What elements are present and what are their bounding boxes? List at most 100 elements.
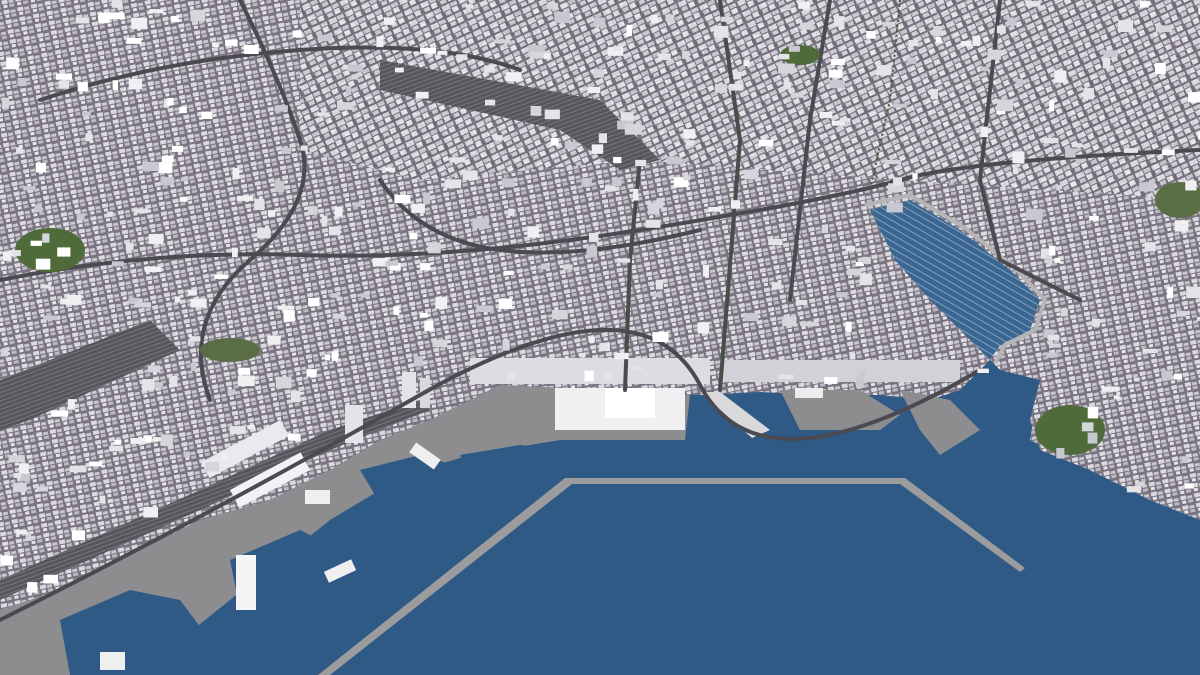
building-roof: [183, 451, 191, 458]
building-roof: [744, 313, 759, 322]
building-roof: [142, 161, 160, 171]
building-roof: [160, 434, 173, 447]
building-roof: [648, 202, 660, 215]
building-roof: [685, 140, 695, 146]
building-roof: [308, 298, 320, 307]
building-roof: [172, 145, 184, 152]
building-roof: [321, 215, 328, 227]
building-roof: [424, 320, 434, 331]
building-roof: [527, 226, 539, 238]
building-roof: [544, 109, 560, 120]
building-roof: [1, 348, 9, 357]
building-roof: [1186, 286, 1200, 298]
building-roof: [665, 14, 675, 22]
building-roof: [169, 376, 178, 387]
building-roof: [593, 17, 606, 28]
building-roof: [1134, 377, 1140, 382]
waterfront-frontage-east: [720, 360, 960, 382]
building-roof: [783, 81, 792, 90]
building-roof: [212, 42, 220, 48]
building-roof: [796, 299, 808, 305]
building-roof: [768, 239, 783, 245]
building-roof: [420, 47, 437, 54]
building-roof: [30, 240, 42, 246]
warehouse-3: [236, 555, 256, 610]
building-roof: [604, 185, 616, 192]
building-roof: [225, 39, 238, 46]
building-roof: [232, 247, 238, 258]
building-roof: [125, 242, 134, 250]
building-roof: [778, 63, 795, 74]
building-roof: [845, 321, 852, 332]
building-roof: [831, 58, 845, 65]
pier-building: [795, 388, 823, 398]
building-roof: [465, 4, 474, 9]
building-roof: [331, 351, 339, 361]
building-roof: [856, 377, 864, 388]
building-roof: [502, 339, 510, 351]
building-roof: [1083, 88, 1094, 100]
building-roof: [849, 353, 856, 360]
building-roof: [13, 473, 21, 478]
building-roof: [1056, 184, 1063, 190]
building-roof: [1089, 216, 1099, 221]
city-aerial-render: [0, 0, 1200, 675]
building-roof: [187, 341, 195, 346]
building-roof: [632, 366, 643, 371]
building-roof: [588, 336, 595, 343]
building-roof: [427, 242, 441, 254]
building-roof: [413, 356, 424, 367]
building-roof: [1185, 180, 1197, 191]
building-roof: [190, 9, 206, 22]
building-roof: [819, 112, 833, 118]
building-roof: [635, 159, 647, 167]
building-roof: [529, 51, 546, 59]
building-roof: [191, 362, 197, 371]
building-roof: [205, 462, 220, 472]
building-roof: [1046, 254, 1053, 266]
building-roof: [325, 354, 330, 361]
building-roof: [1056, 448, 1065, 459]
building-roof: [828, 69, 843, 78]
building-roof: [821, 226, 829, 234]
building-roof: [598, 133, 607, 143]
building-roof: [876, 65, 891, 76]
building-roof: [71, 530, 85, 541]
building-roof: [290, 390, 301, 403]
building-roof: [51, 410, 69, 417]
building-roof: [347, 64, 363, 72]
building-roof: [147, 365, 161, 373]
building-roof: [462, 170, 478, 181]
building-roof: [243, 45, 259, 54]
building-roof: [884, 160, 902, 165]
building-roof: [40, 284, 51, 289]
building-roof: [1047, 335, 1060, 340]
building-roof: [1049, 100, 1055, 111]
building-roof: [778, 374, 794, 380]
building-roof: [731, 200, 740, 209]
building-roof: [275, 376, 292, 389]
building-roof: [420, 312, 428, 318]
building-roof: [36, 486, 48, 492]
building-roof: [829, 80, 845, 89]
building-roof: [972, 35, 980, 46]
building-roof: [1046, 352, 1058, 358]
building-roof: [23, 185, 36, 191]
building-roof: [420, 263, 431, 271]
building-roof: [161, 155, 174, 163]
building-roof: [714, 25, 729, 38]
building-roof: [655, 279, 663, 290]
building-roof: [254, 198, 265, 210]
building-roof: [227, 389, 236, 395]
building-roof: [307, 206, 318, 215]
building-roof: [778, 53, 790, 60]
building-roof: [179, 196, 188, 202]
building-roof: [238, 367, 251, 375]
building-roof: [109, 445, 124, 452]
building-roof: [34, 204, 42, 213]
building-roof: [179, 106, 187, 114]
building-roof: [933, 26, 942, 36]
building-roof: [617, 258, 631, 263]
building-roof: [1176, 310, 1187, 317]
building-roof: [824, 377, 838, 384]
